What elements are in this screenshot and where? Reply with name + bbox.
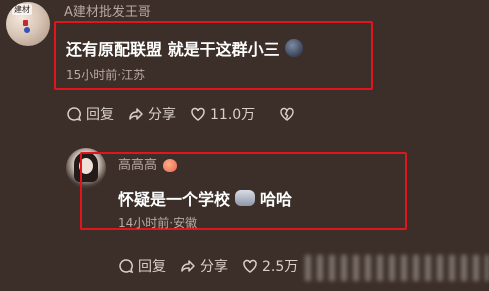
comment-text: 怀疑是一个学校 哈哈 xyxy=(118,186,292,210)
comment-text: 还有原配联盟 就是干这群小三 xyxy=(66,36,303,60)
comment-body: 怀疑是一个学校 xyxy=(118,190,231,209)
like-count: 11.0万 xyxy=(210,107,256,123)
avatar-flag-red xyxy=(23,20,28,26)
reply-button[interactable]: 回复 xyxy=(118,256,166,276)
face-emoji-icon xyxy=(284,39,303,57)
watermark-blur xyxy=(305,255,489,281)
avatar[interactable]: 建材 xyxy=(6,2,50,46)
comment-meta: 15小时前·江苏 xyxy=(66,68,146,82)
comment-body: 还有原配联盟 就是干这群小三 xyxy=(66,40,280,59)
comment-meta: 14小时前·安徽 xyxy=(118,216,198,230)
share-arrow-icon xyxy=(128,106,144,122)
broken-heart-icon xyxy=(279,106,295,122)
like-button[interactable]: 11.0万 xyxy=(190,104,255,124)
comment-bubble-icon xyxy=(118,258,134,274)
comment-actions: 回复 分享 11.0万 xyxy=(66,104,309,124)
reply-label: 回复 xyxy=(138,259,166,275)
share-label: 分享 xyxy=(200,259,228,275)
comment-actions: 回复 分享 2.5万 xyxy=(118,256,312,276)
avatar-badge: 建材 xyxy=(12,4,32,15)
share-arrow-icon xyxy=(180,258,196,274)
avatar-flag-blue xyxy=(24,27,30,33)
like-count: 2.5万 xyxy=(262,259,299,275)
dislike-button[interactable] xyxy=(279,106,295,122)
share-button[interactable]: 分享 xyxy=(180,256,228,276)
share-label: 分享 xyxy=(148,107,176,123)
username[interactable]: A建材批发王哥 xyxy=(64,1,151,20)
comment-body-suffix: 哈哈 xyxy=(260,190,293,209)
comment-bubble-icon xyxy=(66,106,82,122)
reply-button[interactable]: 回复 xyxy=(66,104,114,124)
like-button[interactable]: 2.5万 xyxy=(242,256,298,276)
heart-icon xyxy=(190,106,206,122)
cat-emoji-icon xyxy=(235,190,256,206)
share-button[interactable]: 分享 xyxy=(128,104,176,124)
heart-icon xyxy=(242,258,258,274)
reply-label: 回复 xyxy=(86,107,114,123)
